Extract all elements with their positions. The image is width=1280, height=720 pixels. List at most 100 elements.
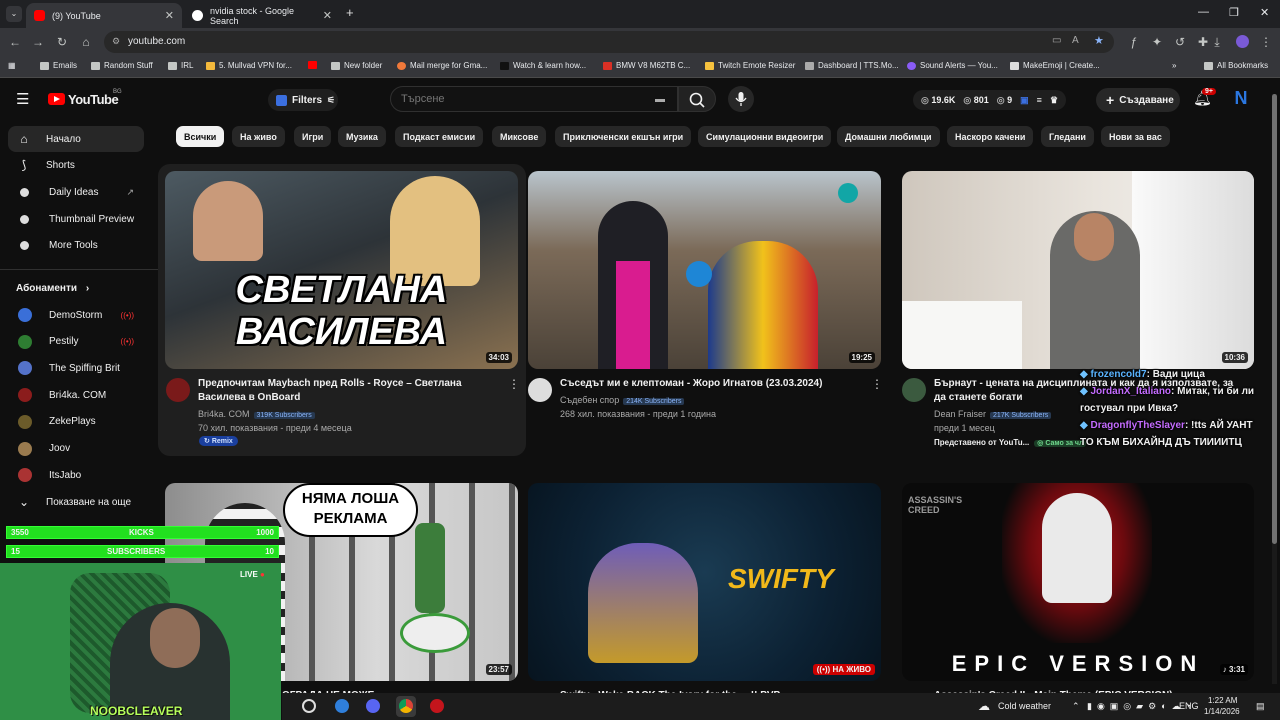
filter-chip[interactable]: Музика	[338, 126, 386, 147]
bookmark-sound-alerts[interactable]: Sound Alerts — You...	[907, 61, 998, 70]
extensions-puzzle-icon[interactable]: ✚	[1196, 35, 1210, 49]
sidebar-subscription[interactable]: DemoStorm ((•))	[8, 302, 144, 328]
extension-font-icon[interactable]: ƒ	[1127, 35, 1141, 49]
scrollbar-thumb[interactable]	[1272, 94, 1277, 544]
download-icon[interactable]: ⤓	[1210, 35, 1224, 50]
filter-chip[interactable]: Домашни любимци	[837, 126, 940, 147]
back-icon[interactable]: ←	[8, 35, 22, 49]
bookmark-random-stuff[interactable]: Random Stuff	[91, 61, 153, 70]
filter-chip[interactable]: Всички	[176, 126, 225, 147]
bookmark-star-icon[interactable]: ★	[1094, 34, 1104, 47]
channel-name[interactable]: Bri4ka. COM	[198, 409, 250, 419]
taskbar-app-icon[interactable]	[335, 699, 349, 713]
weather-text[interactable]: Cold weather	[998, 701, 1051, 711]
video-thumbnail[interactable]: 10:36	[902, 171, 1254, 369]
video-thumbnail[interactable]: 19:25	[528, 171, 881, 369]
tray-chevron-icon[interactable]: ⌃	[1072, 701, 1080, 712]
video-title[interactable]: Съседът ми е клептоман - Жоро Игнатов (2…	[560, 377, 860, 391]
taskbar-app-icon[interactable]	[366, 699, 380, 713]
more-bookmarks-icon[interactable]: »	[1172, 61, 1176, 70]
weather-icon[interactable]: ☁	[978, 699, 990, 713]
translate-icon[interactable]: A	[1072, 35, 1079, 46]
extension-icon[interactable]: ↺	[1173, 35, 1187, 49]
bookmark-irl[interactable]: IRL	[168, 61, 193, 70]
bookmark-new-folder[interactable]: New folder	[331, 61, 382, 70]
sidebar-item-daily-ideas[interactable]: Daily Ideas ↗	[8, 179, 144, 205]
show-more-button[interactable]: ⌄ Показване на още	[8, 489, 144, 515]
bookmark-mail-merge[interactable]: Mail merge for Gma...	[397, 61, 487, 70]
account-avatar[interactable]: N	[1231, 88, 1251, 110]
home-icon[interactable]: ⌂	[79, 35, 93, 49]
cast-icon[interactable]: ▭	[1052, 35, 1061, 46]
filter-chip[interactable]: Гледани	[1041, 126, 1094, 147]
bookmark-bmw[interactable]: BMW V8 M62TB C...	[603, 61, 690, 70]
filter-chip[interactable]: Симулационни видеоигри	[698, 126, 832, 147]
tab-youtube[interactable]: (9) YouTube ✕	[26, 3, 182, 28]
close-tab-icon[interactable]: ✕	[165, 9, 174, 22]
sidebar-item-thumbnail-preview[interactable]: Thumbnail Preview	[8, 206, 144, 232]
keyboard-icon[interactable]: ▬	[655, 94, 665, 105]
filters-button[interactable]: Filters ⚟	[268, 89, 338, 111]
bookmark-dashboard[interactable]: Dashboard | TTS.Mo...	[805, 61, 899, 70]
channel-avatar[interactable]	[166, 378, 190, 402]
youtube-logo-icon[interactable]	[48, 93, 65, 105]
more-options-icon[interactable]: ⋮	[871, 377, 883, 391]
page-scrollbar[interactable]	[1272, 94, 1277, 684]
sidebar-subscription[interactable]: Pestily ((•))	[8, 329, 144, 355]
voice-search-button[interactable]	[728, 86, 754, 112]
filter-chip[interactable]: Приключенски екшън игри	[555, 126, 692, 147]
sidebar-subscription[interactable]: The Spiffing Brit	[8, 355, 144, 381]
bookmark-watch-learn[interactable]: Watch & learn how...	[500, 61, 586, 70]
filter-chip[interactable]: Наскоро качени	[947, 126, 1034, 147]
sidebar-item-home[interactable]: ⌂ Начало	[8, 126, 144, 152]
filter-chip[interactable]: Нови за вас	[1101, 126, 1170, 147]
extension-stats[interactable]: ◎ 19.6K ◎ 801 ◎ 9 ▣ ≡ ♛	[913, 90, 1067, 110]
notification-center-icon[interactable]: ▤	[1256, 701, 1265, 712]
all-bookmarks[interactable]: All Bookmarks	[1204, 61, 1268, 70]
forward-icon[interactable]: →	[31, 35, 45, 49]
sidebar-subscription[interactable]: ItsJabo	[8, 462, 144, 488]
close-tab-icon[interactable]: ✕	[323, 9, 332, 22]
taskbar-chrome-icon[interactable]	[396, 696, 416, 717]
bookmark-emails[interactable]: Emails	[40, 61, 77, 70]
filter-chip[interactable]: На живо	[232, 126, 285, 147]
filter-chip[interactable]: Подкаст емисии	[395, 126, 484, 147]
filter-chip[interactable]: Миксове	[492, 126, 547, 147]
youtube-logo-text[interactable]: YouTube	[68, 92, 119, 107]
reload-icon[interactable]: ↻	[55, 35, 69, 49]
create-button[interactable]: + Създаване	[1096, 88, 1180, 112]
restore-icon[interactable]: ❐	[1229, 6, 1239, 19]
bookmark-makeemoji[interactable]: MakeEmoji | Create...	[1010, 61, 1100, 70]
profile-avatar[interactable]	[1236, 35, 1249, 48]
bookmark-mullvad[interactable]: 5. Mullvad VPN for...	[206, 61, 292, 70]
search-input[interactable]	[401, 93, 631, 105]
clock-time[interactable]: 1:22 AM	[1208, 696, 1237, 705]
video-thumbnail[interactable]: SWIFTY ((•)) НА ЖИВО	[528, 483, 881, 681]
subscriptions-heading[interactable]: Абонаменти ›	[16, 283, 89, 294]
video-title[interactable]: Предпочитам Maybach пред Rolls - Royce –…	[198, 377, 488, 405]
language-indicator[interactable]: ENG	[1179, 701, 1199, 711]
clock-date[interactable]: 1/14/2026	[1204, 707, 1240, 716]
tab-google[interactable]: nvidia stock - Google Search ✕	[184, 3, 340, 28]
channel-avatar[interactable]	[528, 378, 552, 402]
extension-icon[interactable]: ✦	[1150, 35, 1164, 49]
site-info-icon[interactable]: ⚙	[112, 36, 120, 47]
close-window-icon[interactable]: ✕	[1260, 6, 1269, 19]
bookmark-twitch-emote[interactable]: Twitch Emote Resizer	[705, 61, 795, 70]
filter-chip[interactable]: Игри	[294, 126, 332, 147]
search-button[interactable]	[678, 86, 716, 112]
channel-name[interactable]: Съдебен спор	[560, 395, 619, 405]
sidebar-item-more-tools[interactable]: More Tools	[8, 232, 144, 258]
apps-grid-icon[interactable]: ▦	[8, 61, 16, 70]
minimize-icon[interactable]: —	[1198, 6, 1209, 18]
more-options-icon[interactable]: ⋮	[508, 377, 520, 391]
hamburger-menu-icon[interactable]: ☰	[16, 90, 29, 108]
sidebar-item-shorts[interactable]: ⟆ Shorts	[8, 152, 144, 178]
tab-search-icon[interactable]: ⌄	[6, 6, 22, 22]
channel-avatar[interactable]	[902, 378, 926, 402]
video-thumbnail[interactable]: ASSASSIN'S CREED EPIC VERSION ♪ 3:31	[902, 483, 1254, 681]
address-bar[interactable]: ⚙ youtube.com ▭ A ★	[104, 31, 1114, 53]
new-tab-icon[interactable]: +	[346, 5, 354, 20]
sidebar-subscription[interactable]: ZekePlays	[8, 409, 144, 435]
taskbar-app-icon[interactable]	[302, 699, 316, 713]
